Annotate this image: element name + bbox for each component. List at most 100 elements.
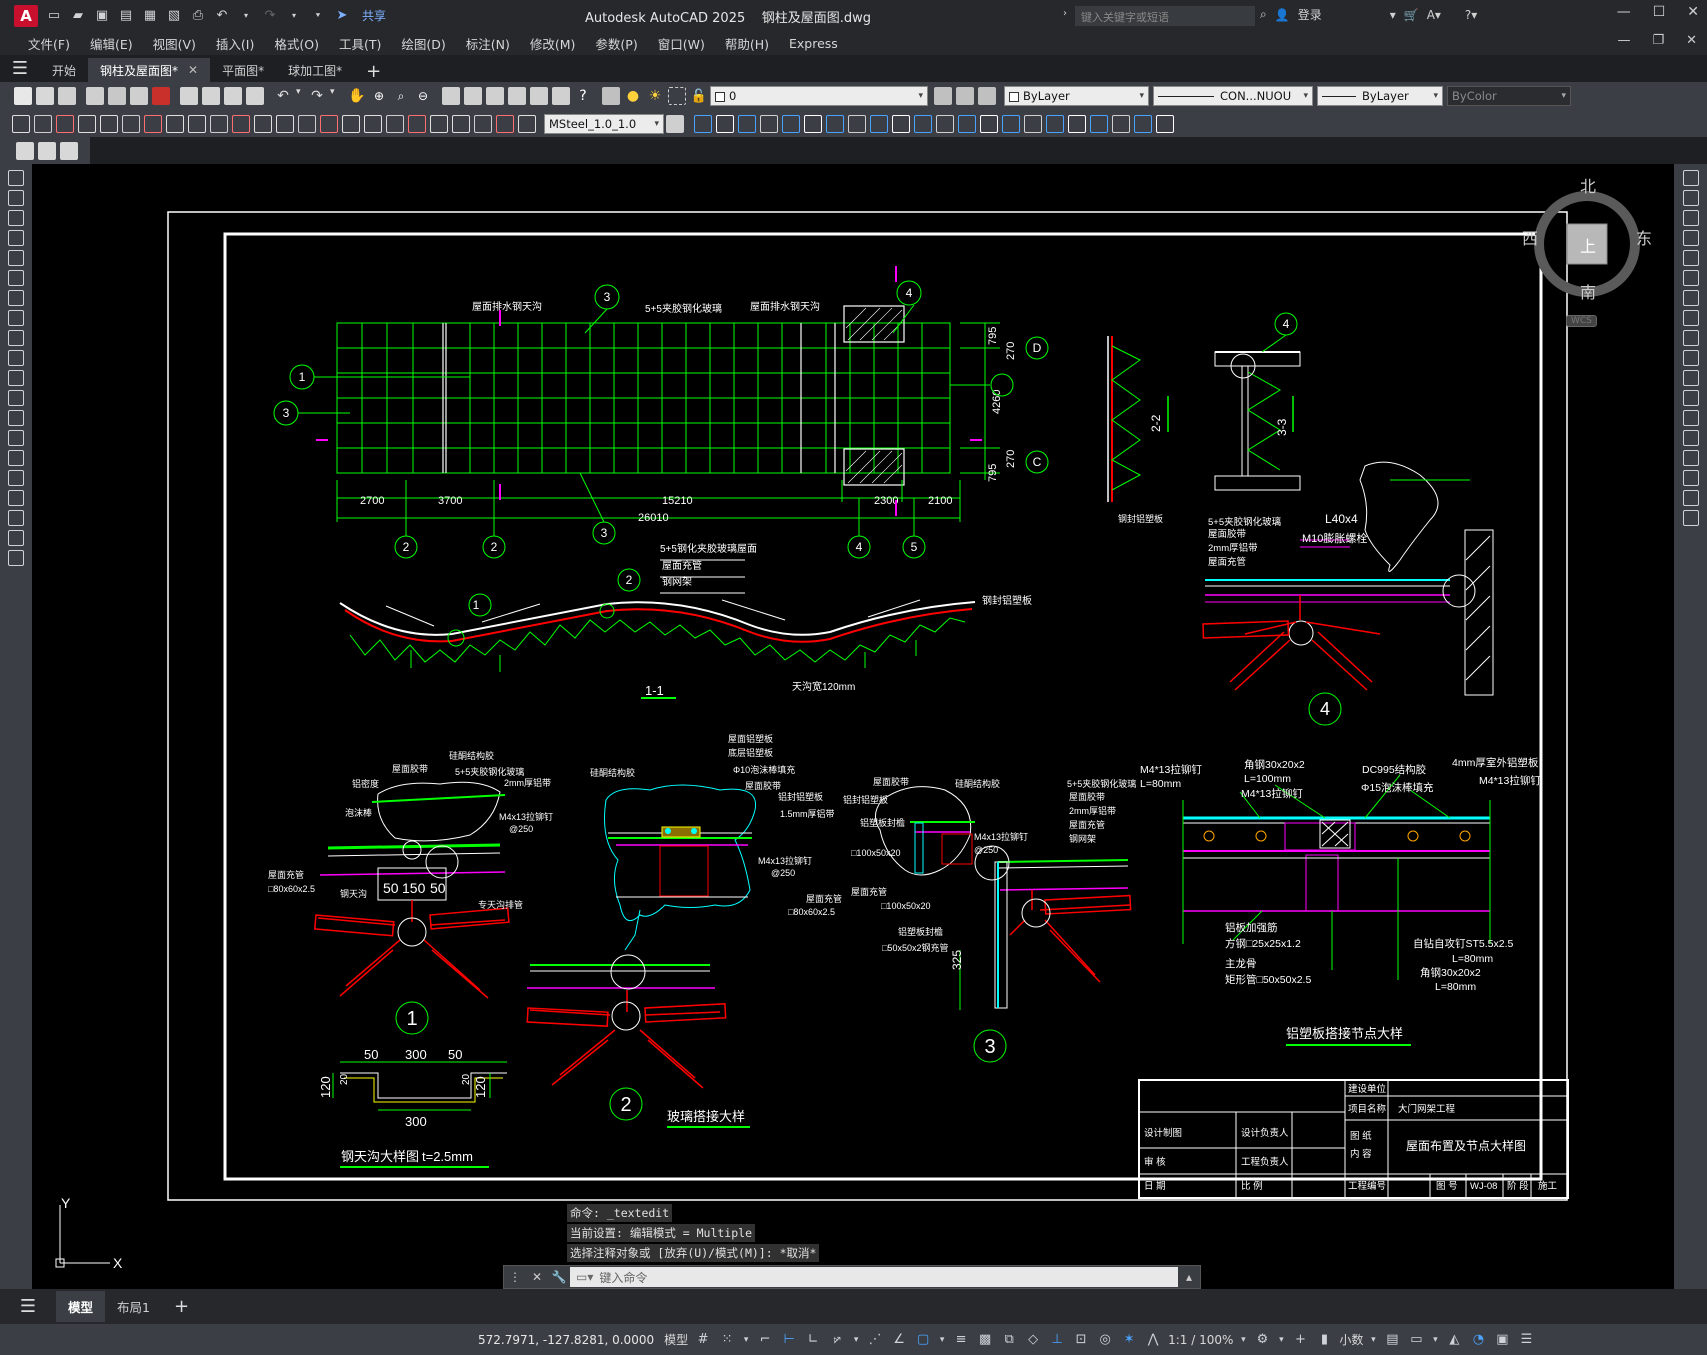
model-tool-icon-9[interactable]: [870, 114, 888, 133]
autodesk-app-icon[interactable]: A▾: [1427, 8, 1441, 22]
isolate-objects-icon[interactable]: ◭: [1445, 1331, 1463, 1349]
color-select[interactable]: ByLayer ▾: [1004, 86, 1149, 106]
login-dropdown-icon[interactable]: ▾: [1390, 8, 1396, 22]
polar-dropdown-icon[interactable]: ▾: [852, 1331, 860, 1349]
otrack-icon[interactable]: ∠: [890, 1331, 908, 1349]
units-dropdown-icon[interactable]: ▾: [1369, 1331, 1377, 1349]
dim-tool-icon-20[interactable]: [430, 114, 448, 133]
selection-filter-icon[interactable]: ⊡: [1072, 1331, 1090, 1349]
help-icon[interactable]: ?: [574, 87, 592, 105]
plot-icon[interactable]: [86, 87, 104, 105]
copy-icon[interactable]: [202, 87, 220, 105]
dim-tool-icon-12[interactable]: [254, 114, 272, 133]
menu-window[interactable]: 窗口(W): [648, 34, 715, 53]
save-icon[interactable]: ▣: [92, 6, 112, 26]
grid-icon[interactable]: #: [694, 1331, 712, 1349]
modify-tool-icon-1[interactable]: [1682, 170, 1699, 186]
tab-current-drawing[interactable]: 钢柱及屋面图* ✕: [88, 58, 211, 82]
annotation-monitor-icon[interactable]: +: [1291, 1331, 1309, 1349]
layer-thaw-icon[interactable]: ☀: [646, 87, 664, 105]
draw-tool-icon-8[interactable]: [8, 310, 24, 326]
draw-tool-icon-12[interactable]: [8, 390, 24, 406]
undo-dropdown-icon[interactable]: ▾: [296, 87, 304, 105]
viewcube-top[interactable]: 上: [1580, 233, 1596, 257]
osnap-icon[interactable]: ▢: [914, 1331, 932, 1349]
model-tool-icon-19[interactable]: [1090, 114, 1108, 133]
login-button[interactable]: 登录: [1298, 6, 1322, 23]
draw-tool-icon-16[interactable]: [8, 470, 24, 486]
draw-tool-icon-5[interactable]: [8, 250, 24, 266]
menu-file[interactable]: 文件(F): [18, 34, 80, 53]
dim-tool-icon-16[interactable]: [342, 114, 360, 133]
model-tool-icon-16[interactable]: [1024, 114, 1042, 133]
isodraft-icon[interactable]: ⋰: [866, 1331, 884, 1349]
drawing-canvas[interactable]: 2700 3700 15210 2300 2100 26010 795 270 …: [32, 164, 1674, 1289]
modify-tool-icon-6[interactable]: [1682, 270, 1699, 286]
sheetset-icon[interactable]: [508, 87, 526, 105]
dim-tool-icon-23[interactable]: [496, 114, 514, 133]
3dosnap-icon[interactable]: ◇: [1024, 1331, 1042, 1349]
search-expand-icon[interactable]: ›: [1063, 8, 1067, 19]
autoscale-icon[interactable]: ⋀: [1144, 1331, 1162, 1349]
osnap-dropdown-icon[interactable]: ▾: [938, 1331, 946, 1349]
tab-ball[interactable]: 球加工图*: [276, 58, 354, 82]
paste-icon[interactable]: [224, 87, 242, 105]
draw-tool-icon-10[interactable]: [8, 350, 24, 366]
layer-select[interactable]: 0 ▾: [710, 86, 928, 106]
maximize-icon[interactable]: ☐: [1653, 4, 1666, 20]
dim-tool-icon-9[interactable]: [188, 114, 206, 133]
open-icon[interactable]: [36, 87, 54, 105]
web-mobile-save-icon[interactable]: ▦: [140, 6, 160, 26]
menu-draw[interactable]: 绘图(D): [391, 34, 455, 53]
graphics-perf-icon[interactable]: ◔: [1469, 1331, 1487, 1349]
open-web-icon[interactable]: ▧: [164, 6, 184, 26]
matchprop-icon[interactable]: [246, 87, 264, 105]
draw-tool-icon-19[interactable]: [8, 530, 24, 546]
gizmo-icon[interactable]: ◎: [1096, 1331, 1114, 1349]
new-layout-icon[interactable]: +: [162, 1296, 201, 1317]
draw-tool-icon-17[interactable]: [8, 490, 24, 506]
redo-dropdown-icon[interactable]: ▾: [330, 87, 338, 105]
wcs-menu[interactable]: WCS: [1566, 315, 1597, 327]
dim-tool-icon-3[interactable]: [56, 114, 74, 133]
customization-icon[interactable]: ☰: [1517, 1331, 1535, 1349]
modify-tool-icon-17[interactable]: [1682, 490, 1699, 506]
cut-icon[interactable]: [180, 87, 198, 105]
dim-tool-icon-6[interactable]: [122, 114, 140, 133]
model-tool-icon-7[interactable]: [826, 114, 844, 133]
dimstyle-select[interactable]: MSteel_1.0_1.0 ▾: [544, 113, 664, 134]
infer-icon[interactable]: ⌐: [756, 1331, 774, 1349]
modify-tool-icon-14[interactable]: [1682, 430, 1699, 446]
units-value[interactable]: 小数: [1339, 1331, 1363, 1348]
layout-menu-icon[interactable]: ☰: [0, 1293, 56, 1320]
dim-tool-icon-4[interactable]: [78, 114, 96, 133]
redo-icon[interactable]: ↷: [260, 6, 280, 26]
dim-tool-icon-8[interactable]: [166, 114, 184, 133]
designcenter-icon[interactable]: [464, 87, 482, 105]
zoom-realtime-icon[interactable]: ⊕: [370, 87, 388, 105]
doc-close-icon[interactable]: ✕: [1686, 33, 1697, 48]
viewcube-west[interactable]: 西: [1522, 225, 1538, 249]
draw-tool-icon-11[interactable]: [8, 370, 24, 386]
dim-tool-icon-22[interactable]: [474, 114, 492, 133]
doc-restore-icon[interactable]: ❐: [1652, 33, 1664, 48]
undo-icon[interactable]: ↶: [212, 6, 232, 26]
save-as-icon[interactable]: ▤: [116, 6, 136, 26]
publish-icon[interactable]: [130, 87, 148, 105]
grip-icon[interactable]: ⋮: [504, 1266, 526, 1288]
tab-close-icon[interactable]: ✕: [188, 63, 198, 77]
draw-tool-icon-4[interactable]: [8, 230, 24, 246]
tab-layout1[interactable]: 布局1: [105, 1291, 162, 1322]
help-icon[interactable]: ?▾: [1465, 8, 1477, 22]
ortho-icon[interactable]: ∟: [804, 1331, 822, 1349]
annotation-scale[interactable]: 1:1 / 100%: [1168, 1333, 1233, 1347]
share-icon[interactable]: ➤: [332, 6, 352, 26]
selection-cycling-icon[interactable]: ⧉: [1000, 1331, 1018, 1349]
units-icon[interactable]: ▮: [1315, 1331, 1333, 1349]
layer-on-icon[interactable]: ●: [624, 87, 642, 105]
modify-tool-icon-18[interactable]: [1682, 510, 1699, 526]
dim-tool-icon-21[interactable]: [452, 114, 470, 133]
linetype-select[interactable]: CON...NUOU ▾: [1153, 86, 1313, 106]
draw-tool-icon-15[interactable]: [8, 450, 24, 466]
model-tool-icon-20[interactable]: [1112, 114, 1130, 133]
